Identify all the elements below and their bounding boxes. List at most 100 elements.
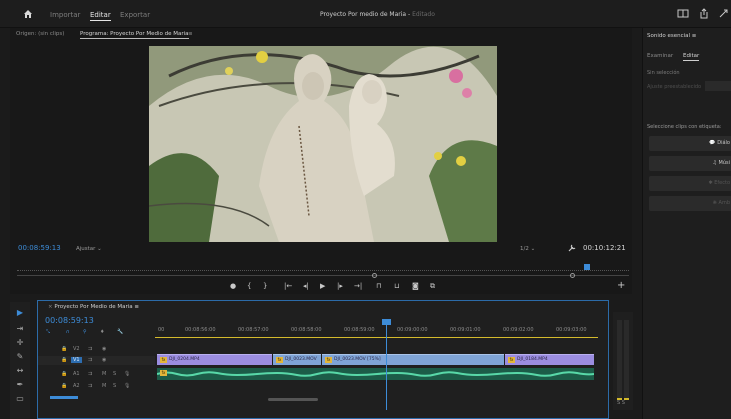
add-marker-icon[interactable]: ♦	[100, 329, 104, 335]
ripple-edit-tool-icon[interactable]: ✛	[15, 338, 25, 348]
go-to-out-icon[interactable]: →|	[354, 282, 362, 290]
pen-tool-icon[interactable]: ✒	[15, 380, 25, 390]
lock-icon[interactable]: 🔒	[61, 346, 67, 352]
microphone-icon[interactable]: 🎙	[124, 383, 130, 389]
eye-icon[interactable]: ◉	[102, 357, 106, 363]
go-to-in-icon[interactable]: |←	[284, 282, 292, 290]
microphone-icon[interactable]: 🎙	[124, 371, 130, 377]
ruler-tick-label: 00:09:00:00	[397, 327, 428, 333]
mark-in-icon[interactable]: {	[247, 282, 251, 290]
timeline-scrollbar[interactable]	[268, 398, 318, 401]
program-playhead[interactable]	[584, 264, 590, 270]
lock-icon[interactable]: 🔒	[61, 371, 67, 377]
camera-icon[interactable]: ◙	[412, 282, 419, 290]
ruler-tick-label: 00:09:01:00	[450, 327, 481, 333]
panel-menu-icon[interactable]: ≡	[188, 31, 193, 37]
fx-badge: fx	[160, 370, 167, 376]
tab-editar-sound[interactable]: Editar	[683, 53, 700, 61]
lock-icon[interactable]: 🔒	[61, 383, 67, 389]
video-frame	[149, 46, 497, 242]
ruler-tick-label: 00:08:56:00	[185, 327, 216, 333]
video-clip[interactable]: fx DJI_0023.MOV	[273, 354, 321, 365]
play-icon[interactable]: ▶	[320, 282, 325, 290]
sync-lock-icon[interactable]: ⇉	[88, 346, 92, 352]
fit-dropdown[interactable]: Ajustar ⌄	[76, 246, 102, 252]
lift-icon[interactable]: ⊓	[376, 282, 381, 290]
program-monitor-tab[interactable]: Programa: Proyecto Por Medio de Maria	[80, 31, 189, 39]
audio-clip[interactable]	[157, 368, 594, 380]
zoom-scrollbar[interactable]	[17, 275, 629, 276]
header-bar: Importar Editar Exportar Proyecto Por me…	[0, 0, 731, 28]
meter-solo-label[interactable]: S S	[617, 400, 625, 406]
meter-left	[617, 320, 622, 400]
lock-icon[interactable]: 🔒	[61, 357, 67, 363]
mute-button[interactable]: M	[102, 383, 106, 389]
ruler-tick-label: 00:09:02:00	[503, 327, 534, 333]
step-back-icon[interactable]: ◂|	[303, 282, 309, 290]
sfx-button[interactable]: ✱ Efecto	[649, 176, 731, 191]
sequence-tab[interactable]: × Proyecto Por Medio de Maria ≡	[48, 304, 139, 310]
solo-button[interactable]: S	[113, 371, 116, 377]
scroll-handle-right[interactable]	[570, 273, 575, 278]
solo-button[interactable]: S	[113, 383, 116, 389]
tab-editar[interactable]: Editar	[90, 11, 111, 21]
sync-lock-icon[interactable]: ⇉	[88, 383, 92, 389]
duration-timecode: 00:10:12:21	[583, 244, 626, 252]
program-timecode[interactable]: 00:08:59:13	[18, 244, 61, 252]
scroll-handle-left[interactable]	[372, 273, 377, 278]
program-ruler[interactable]	[17, 265, 629, 271]
magnet-icon[interactable]: ∩	[66, 329, 70, 335]
slip-tool-icon[interactable]: ↔	[15, 366, 25, 376]
timeline-playhead[interactable]	[386, 324, 387, 410]
music-button[interactable]: ♫ Músi	[649, 156, 731, 171]
rectangle-tool-icon[interactable]: ▭	[15, 394, 25, 404]
essential-sound-panel: Sonido esencial ≡ Examinar Editar Sin se…	[642, 28, 731, 419]
snap-icon[interactable]: ⤡	[46, 329, 50, 335]
sync-lock-icon[interactable]: ⇉	[88, 371, 92, 377]
fx-badge: fx	[276, 357, 283, 363]
selection-tool-icon[interactable]: ▶	[15, 308, 25, 318]
timeline-timecode[interactable]: 00:08:59:13	[45, 316, 94, 325]
video-clip[interactable]: fx DJI_0184.MP4	[505, 354, 594, 365]
sync-lock-icon[interactable]: ⇉	[88, 357, 92, 363]
preset-label: Ajuste preestablecido	[647, 84, 702, 90]
mark-out-icon[interactable]: }	[263, 282, 267, 290]
eye-icon[interactable]: ◉	[102, 346, 106, 352]
no-selection-label: Sin selección	[647, 70, 680, 76]
work-area-bar[interactable]	[155, 337, 598, 338]
tab-examinar[interactable]: Examinar	[647, 53, 673, 59]
resolution-dropdown[interactable]: 1/2 ⌄	[520, 246, 535, 252]
home-icon[interactable]	[23, 9, 33, 19]
fx-badge: fx	[508, 357, 515, 363]
track-name: A1	[73, 371, 80, 377]
extract-icon[interactable]: ⊔	[394, 282, 399, 290]
dialogue-button[interactable]: 💬 Diálo	[649, 136, 731, 151]
tab-importar[interactable]: Importar	[50, 11, 80, 19]
video-clip[interactable]: fx DJI_0023.MOV [75%]	[322, 354, 504, 365]
track-name[interactable]: V1	[71, 357, 82, 363]
share-icon[interactable]	[698, 8, 710, 19]
ruler-tick-label: 00:08:57:00	[238, 327, 269, 333]
fullscreen-icon[interactable]	[718, 8, 730, 19]
razor-tool-icon[interactable]: ✎	[15, 352, 25, 362]
compare-icon[interactable]: ⧉	[430, 282, 435, 291]
ruler-tick-label: 00:08:59:00	[344, 327, 375, 333]
ambience-button[interactable]: ❋ Amb	[649, 196, 731, 211]
timeline-toolbar: ⤡ ∩ ⚲ ♦ 🔧	[38, 328, 155, 338]
preset-dropdown[interactable]	[705, 81, 731, 91]
step-forward-icon[interactable]: |▸	[337, 282, 343, 290]
add-button-icon[interactable]: +	[617, 280, 625, 291]
linked-selection-icon[interactable]: ⚲	[83, 329, 87, 335]
project-title: Proyecto Por medio de Maria - Editado	[320, 11, 435, 18]
timeline-settings-icon[interactable]: 🔧	[117, 329, 123, 335]
mute-button[interactable]: M	[102, 371, 106, 377]
track-select-tool-icon[interactable]: ⇥	[15, 324, 25, 334]
workspace-icon[interactable]	[677, 8, 689, 19]
tab-exportar[interactable]: Exportar	[120, 11, 150, 19]
source-monitor-tab[interactable]: Origen: (sin clips)	[16, 31, 64, 37]
marker-icon[interactable]: ●	[230, 282, 236, 290]
wrench-icon[interactable]	[568, 244, 576, 252]
track-height-slider[interactable]	[50, 396, 78, 399]
ruler-tick-label: 00:09:03:00	[556, 327, 587, 333]
video-clip[interactable]: fx DJI_0204.MP4	[157, 354, 272, 365]
